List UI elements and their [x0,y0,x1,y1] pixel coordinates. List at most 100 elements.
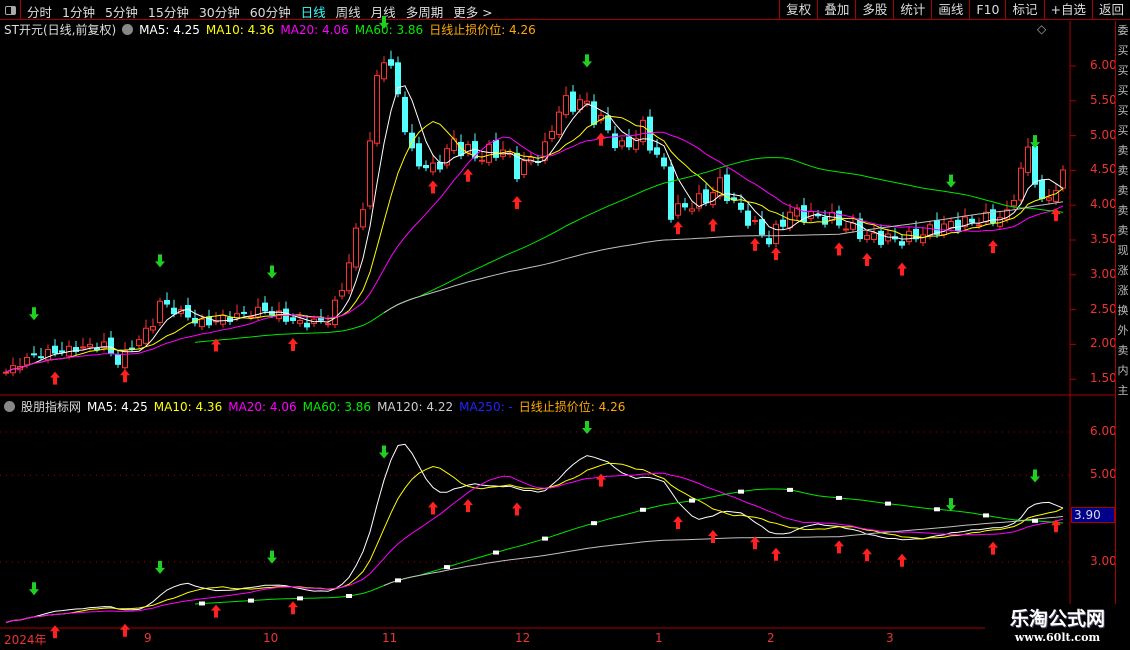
date-label: 9 [144,631,152,645]
candle-body [248,316,254,319]
buy-arrow-icon [834,242,844,256]
sub-ma60-line [194,488,1064,605]
candle-body [563,95,569,116]
ma-marker [787,487,793,492]
sub-tick: 5.00 [1090,467,1117,482]
buy-arrow-icon [771,247,781,261]
main-ma60-line [194,157,1064,343]
buy-arrow-icon [512,196,522,210]
candle-body [164,300,170,305]
main-ma5-line [5,85,1064,373]
main-ma120-line [383,201,1064,314]
candle-body [108,337,114,354]
sell-arrow-icon [582,54,592,68]
candle-body [220,314,226,325]
ma-marker [199,601,205,606]
candle-body [878,230,884,245]
candle-body [31,353,37,356]
sell-arrow-icon [155,254,165,268]
candle-body [773,223,779,244]
candle-body [619,140,625,147]
candle-body [304,322,310,328]
ma-marker [934,507,940,512]
candle-body [381,62,387,80]
sell-arrow-icon [267,265,277,279]
candle-body [1032,145,1038,185]
candle-body [570,91,576,112]
candle-body [59,350,65,353]
candle-body [437,161,443,170]
candle-body [423,164,429,169]
sidebar-label: 涨 [1117,284,1129,297]
candle-body [612,133,618,149]
price-tick: 6.00 [1090,58,1117,72]
buy-arrow-icon [673,516,683,530]
price-tick: 4.50 [1090,162,1117,177]
sell-arrow-icon [946,498,956,512]
buy-arrow-icon [288,601,298,615]
buy-arrow-icon [862,548,872,562]
candle-body [360,209,366,228]
candle-body [906,230,912,243]
sub-tick: 3.00 [1090,553,1117,568]
buy-arrow-icon [750,536,760,550]
candle-body [591,101,597,125]
quote-sidebar: 委买买买买买卖卖卖卖卖现涨涨换外卖内主 [1115,21,1130,628]
sell-arrow-icon [29,582,39,596]
candle-body [521,160,527,175]
candle-body [584,100,590,105]
ma-marker [738,489,744,494]
price-tick: 2.00 [1090,336,1117,351]
ma-marker [444,565,450,570]
candle-body [241,311,247,314]
candle-body [948,221,954,229]
buy-arrow-icon [834,540,844,554]
sidebar-label: 换 [1117,304,1129,317]
ma-marker [983,513,989,518]
candle-body [255,306,261,318]
date-label: 11 [382,631,398,645]
buy-arrow-icon [288,337,298,351]
candle-body [1039,179,1045,200]
candle-body [430,162,436,173]
candle-body [325,323,331,326]
sell-arrow-icon [1030,469,1040,483]
kline-chart[interactable] [0,0,1130,650]
candle-body [1060,169,1066,189]
candle-body [171,307,177,315]
sub-ma120-line [383,515,1064,586]
candle-body [556,111,562,135]
ma-marker [493,550,499,555]
sub-ma5-line [5,443,1064,623]
candle-body [1011,200,1017,207]
sidebar-label: 涨 [1117,264,1129,277]
sidebar-label: 卖 [1117,224,1129,237]
candle-body [976,224,982,227]
candle-body [290,317,296,322]
buy-arrow-icon [988,541,998,555]
candle-body [1025,146,1031,173]
candle-body [367,140,373,207]
sub-tick: 6.00 [1090,424,1117,438]
sidebar-label: 买 [1117,104,1129,117]
candle-body [759,219,765,235]
candle-body [605,115,611,131]
sidebar-label: 卖 [1117,144,1129,157]
candle-body [80,346,86,349]
candle-body [136,339,142,347]
date-label: 2 [767,631,775,645]
sell-arrow-icon [379,445,389,459]
buy-arrow-icon [750,237,760,251]
candle-body [899,241,905,246]
candle-body [766,238,772,245]
buy-arrow-icon [988,240,998,254]
buy-arrow-icon [463,499,473,513]
candle-body [332,299,338,326]
buy-arrow-icon [708,218,718,232]
candle-body [668,166,674,220]
price-tick: 5.50 [1090,92,1117,107]
candle-body [1046,197,1052,201]
candle-body [94,347,100,350]
candle-body [129,347,135,350]
sidebar-label: 卖 [1117,164,1129,177]
